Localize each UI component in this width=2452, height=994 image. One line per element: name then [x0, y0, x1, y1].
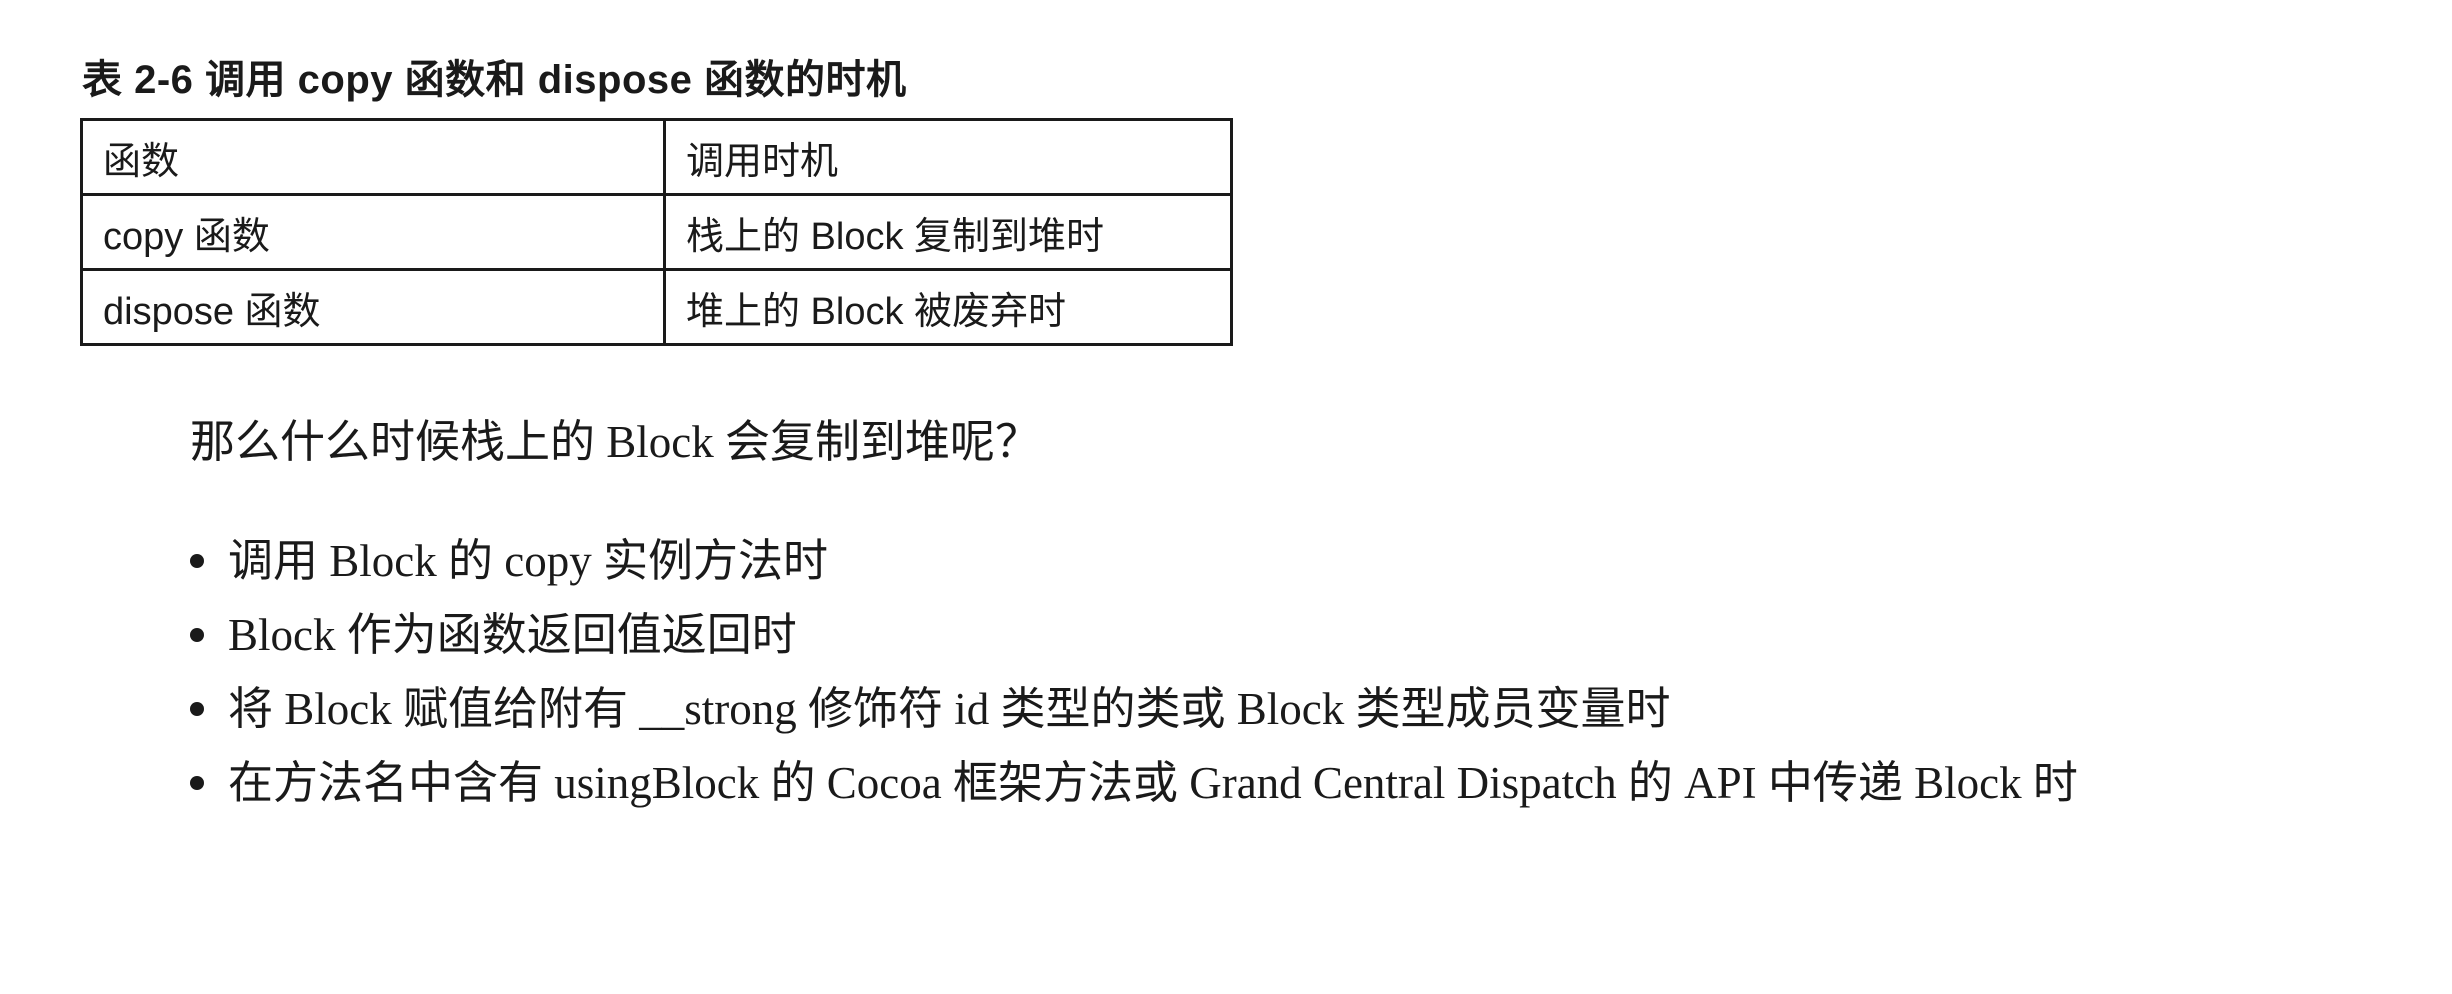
bullet-icon [190, 702, 204, 716]
table-header-row: 函数 调用时机 [80, 118, 1233, 196]
table-row: copy 函数 栈上的 Block 复制到堆时 [80, 193, 1233, 271]
list-item: Block 作为函数返回值返回时 [190, 606, 2370, 664]
list-item-text: 调用 Block 的 copy 实例方法时 [228, 536, 828, 586]
table-caption: 表 2-6 调用 copy 函数和 dispose 函数的时机 [82, 58, 907, 102]
cases-list: 调用 Block 的 copy 实例方法时 Block 作为函数返回值返回时 将… [190, 532, 2370, 842]
cell-function: dispose 函数 [80, 268, 666, 346]
list-item: 调用 Block 的 copy 实例方法时 [190, 532, 2370, 590]
header-timing: 调用时机 [663, 118, 1233, 196]
list-item-text: Block 作为函数返回值返回时 [228, 610, 797, 660]
bullet-icon [190, 554, 204, 568]
timing-table: 函数 调用时机 copy 函数 栈上的 Block 复制到堆时 dispose … [80, 118, 1233, 346]
cell-timing: 堆上的 Block 被废弃时 [663, 268, 1233, 346]
cell-function: copy 函数 [80, 193, 666, 271]
list-item-text: 将 Block 赋值给附有 __strong 修饰符 id 类型的类或 Bloc… [228, 684, 1671, 734]
list-item-text: 在方法名中含有 usingBlock 的 Cocoa 框架方法或 Grand C… [228, 758, 2078, 808]
table-row: dispose 函数 堆上的 Block 被废弃时 [80, 268, 1233, 346]
list-item: 将 Block 赋值给附有 __strong 修饰符 id 类型的类或 Bloc… [190, 680, 2370, 738]
book-page: 表 2-6 调用 copy 函数和 dispose 函数的时机 函数 调用时机 … [0, 0, 2452, 994]
header-function: 函数 [80, 118, 666, 196]
cell-timing: 栈上的 Block 复制到堆时 [663, 193, 1233, 271]
bullet-icon [190, 628, 204, 642]
bullet-icon [190, 776, 204, 790]
question-paragraph: 那么什么时候栈上的 Block 会复制到堆呢？ [190, 417, 1040, 467]
list-item: 在方法名中含有 usingBlock 的 Cocoa 框架方法或 Grand C… [190, 740, 2370, 826]
